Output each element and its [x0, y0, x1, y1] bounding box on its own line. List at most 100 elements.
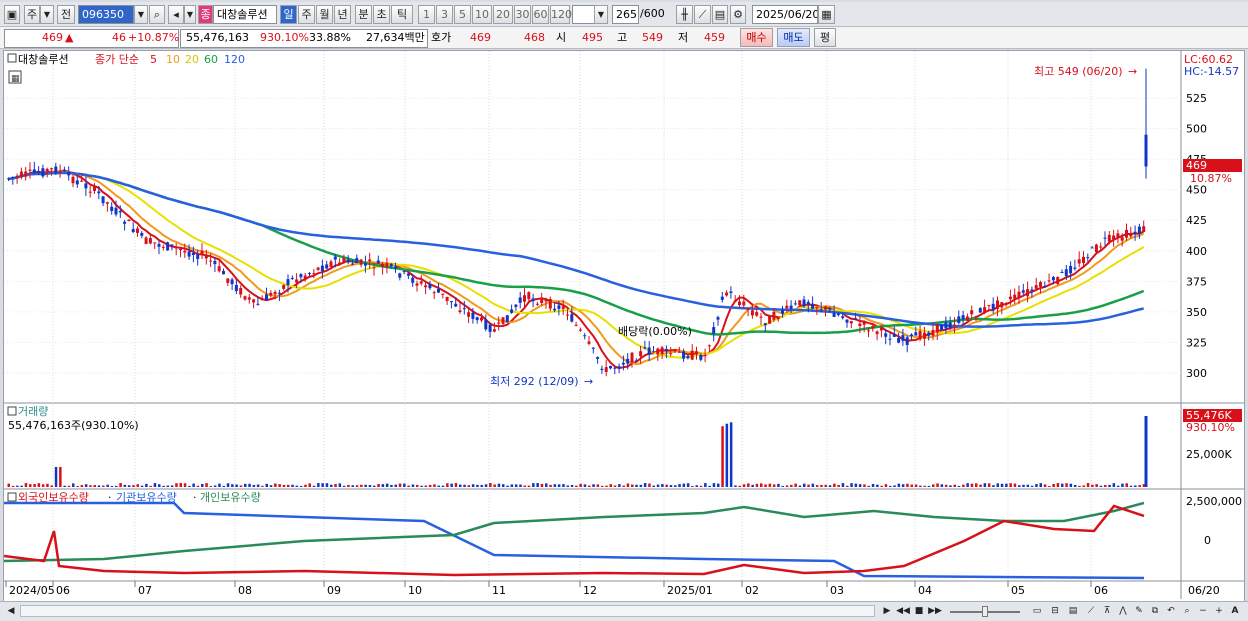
volume-bar: [325, 483, 329, 487]
period-year[interactable]: 년: [334, 5, 351, 24]
volume-bar: [850, 483, 853, 487]
volume-bar: [1091, 484, 1094, 487]
interval-120[interactable]: 120: [550, 5, 572, 24]
undo-icon[interactable]: ↶: [1164, 604, 1178, 618]
market-dropdown-icon[interactable]: ▼: [40, 5, 54, 24]
volume-panel-toggle-icon[interactable]: [7, 406, 17, 416]
period-second[interactable]: 초: [373, 5, 390, 24]
volume-bar: [1043, 484, 1047, 487]
interval-30[interactable]: 30: [514, 5, 531, 24]
chart-area[interactable]: 대창솔루션 종가 단순 5 10 20 60 120 ▦ 최고 549 (06/…: [3, 50, 1245, 602]
split-icon[interactable]: ⊟: [1048, 604, 1062, 618]
volume-bar: [368, 485, 372, 487]
ruler-icon[interactable]: ⊼: [1100, 604, 1114, 618]
volume-bar: [704, 483, 707, 487]
custom-interval-dropdown-icon[interactable]: ▼: [594, 5, 608, 24]
x-label-12: 05: [1011, 584, 1025, 597]
period-month[interactable]: 월: [316, 5, 333, 24]
rewind-icon[interactable]: ◀◀: [896, 604, 910, 618]
fast-forward-icon[interactable]: ▶▶: [928, 604, 942, 618]
period-type-select[interactable]: 전: [57, 5, 75, 24]
buy-button[interactable]: 매수: [740, 28, 773, 47]
volume-bar: [317, 483, 320, 487]
stop-icon[interactable]: ■: [912, 604, 926, 618]
volume-bar: [643, 483, 647, 487]
scroll-left-icon[interactable]: ◀: [4, 604, 18, 618]
period-day[interactable]: 일: [280, 5, 297, 24]
volume-bar: [1009, 483, 1012, 487]
trend-icon[interactable]: ⟋: [1084, 604, 1098, 618]
individual-holding-label: 개인보유수량: [200, 491, 261, 504]
interval-10[interactable]: 10: [472, 5, 492, 24]
period-minute[interactable]: 분: [355, 5, 372, 24]
candle-body: [935, 324, 939, 333]
eval-button[interactable]: 평: [814, 28, 836, 47]
stock-code-input[interactable]: 096350: [78, 5, 134, 24]
ma-20-label: 20: [185, 53, 199, 66]
magic-icon[interactable]: ✎: [1132, 604, 1146, 618]
save-icon[interactable]: ▤: [712, 5, 728, 24]
volume-bar: [884, 484, 888, 487]
volume-bar: [1056, 483, 1060, 487]
volume-bar: [790, 484, 793, 487]
market-select[interactable]: 주: [24, 5, 40, 24]
volume-bar: [828, 485, 832, 487]
period-week[interactable]: 주: [298, 5, 315, 24]
ma-60-label: 60: [204, 53, 218, 66]
speaker-dropdown-icon[interactable]: ▼: [184, 5, 196, 24]
sell-button[interactable]: 매도: [777, 28, 810, 47]
candle-body: [664, 348, 668, 351]
candle-body: [1090, 247, 1094, 249]
calendar-icon[interactable]: ▦: [818, 5, 835, 24]
settings-icon[interactable]: ⚙: [730, 5, 746, 24]
scroll-right-icon[interactable]: ▶: [880, 604, 894, 618]
horizontal-scrollbar[interactable]: [20, 605, 875, 617]
date-input[interactable]: 2025/06/20: [752, 5, 818, 24]
interval-3[interactable]: 3: [436, 5, 453, 24]
draw-line-icon[interactable]: ⟋: [694, 5, 711, 24]
candle-body: [428, 284, 432, 289]
panel-toggle-icon[interactable]: [7, 53, 17, 63]
candle-body: [931, 329, 935, 336]
holding-panel-toggle-icon[interactable]: [7, 492, 17, 502]
bar-count-input[interactable]: 265: [612, 5, 639, 24]
layout-icon[interactable]: ▭: [1030, 604, 1044, 618]
interval-5[interactable]: 5: [454, 5, 471, 24]
candle-body: [445, 296, 449, 301]
candle-body: [1094, 244, 1098, 253]
period-tick[interactable]: 틱: [391, 5, 413, 24]
interval-1[interactable]: 1: [418, 5, 435, 24]
interval-20[interactable]: 20: [493, 5, 513, 24]
volume-bar: [63, 485, 66, 487]
interval-60[interactable]: 60: [532, 5, 549, 24]
price-change: 46: [112, 31, 126, 44]
candle-body: [140, 232, 144, 236]
volume-bar: [385, 483, 389, 487]
zoom-slider-handle[interactable]: [982, 606, 988, 617]
volume-bar: [656, 484, 660, 487]
search-icon[interactable]: ⌕: [149, 5, 165, 24]
candle-body: [669, 353, 673, 355]
candle-icon[interactable]: ╫: [676, 5, 693, 24]
copy-icon[interactable]: ⧉: [1148, 604, 1162, 618]
pattern-icon[interactable]: ⋀: [1116, 604, 1130, 618]
speaker-icon[interactable]: ◂: [168, 5, 184, 24]
candle-body: [673, 349, 677, 352]
candle-body: [626, 358, 630, 364]
chart-svg[interactable]: 대창솔루션 종가 단순 5 10 20 60 120 ▦ 최고 549 (06/…: [3, 51, 1244, 601]
legend-separator-1: ·: [108, 491, 112, 504]
volume-bar: [446, 483, 449, 487]
auto-scale-icon[interactable]: A: [1228, 604, 1242, 618]
stock-name-field[interactable]: 대창솔루션: [213, 5, 277, 24]
candle-body: [45, 168, 49, 172]
zoom-out-icon[interactable]: −: [1196, 604, 1210, 618]
volume-bar: [416, 484, 419, 487]
code-dropdown-icon[interactable]: ▼: [134, 5, 148, 24]
zoom-icon[interactable]: ⌕: [1180, 604, 1194, 618]
volume-bar: [205, 483, 208, 487]
tile-icon[interactable]: ▤: [1066, 604, 1080, 618]
low-arrow-icon: →: [584, 375, 593, 388]
window-menu-icon[interactable]: ▣: [4, 5, 20, 24]
zoom-in-icon[interactable]: +: [1212, 604, 1226, 618]
candle-body: [858, 323, 862, 327]
